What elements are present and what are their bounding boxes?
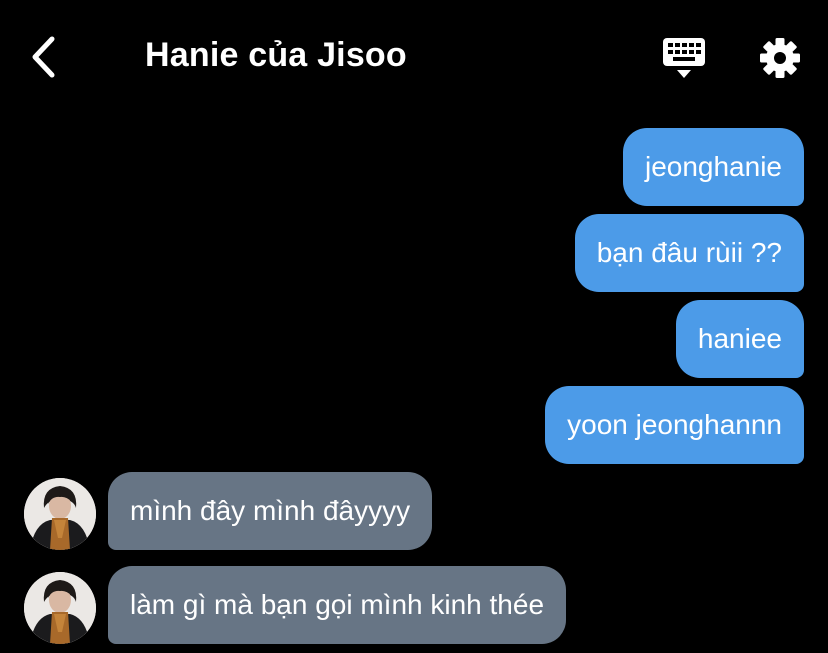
message-list: jeonghanie bạn đâu rùii ?? haniee yoon j… <box>0 0 828 653</box>
incoming-message[interactable]: mình đây mình đâyyyy <box>108 472 433 550</box>
avatar[interactable] <box>24 572 96 644</box>
incoming-message[interactable]: làm gì mà bạn gọi mình kinh thée <box>108 566 567 644</box>
outgoing-message[interactable]: jeonghanie <box>622 128 804 206</box>
avatar-photo <box>24 572 96 644</box>
outgoing-message[interactable]: haniee <box>675 300 804 378</box>
outgoing-message[interactable]: yoon jeonghannn <box>545 386 804 464</box>
avatar-photo <box>24 478 96 550</box>
outgoing-message[interactable]: bạn đâu rùii ?? <box>574 214 804 292</box>
avatar[interactable] <box>24 478 96 550</box>
